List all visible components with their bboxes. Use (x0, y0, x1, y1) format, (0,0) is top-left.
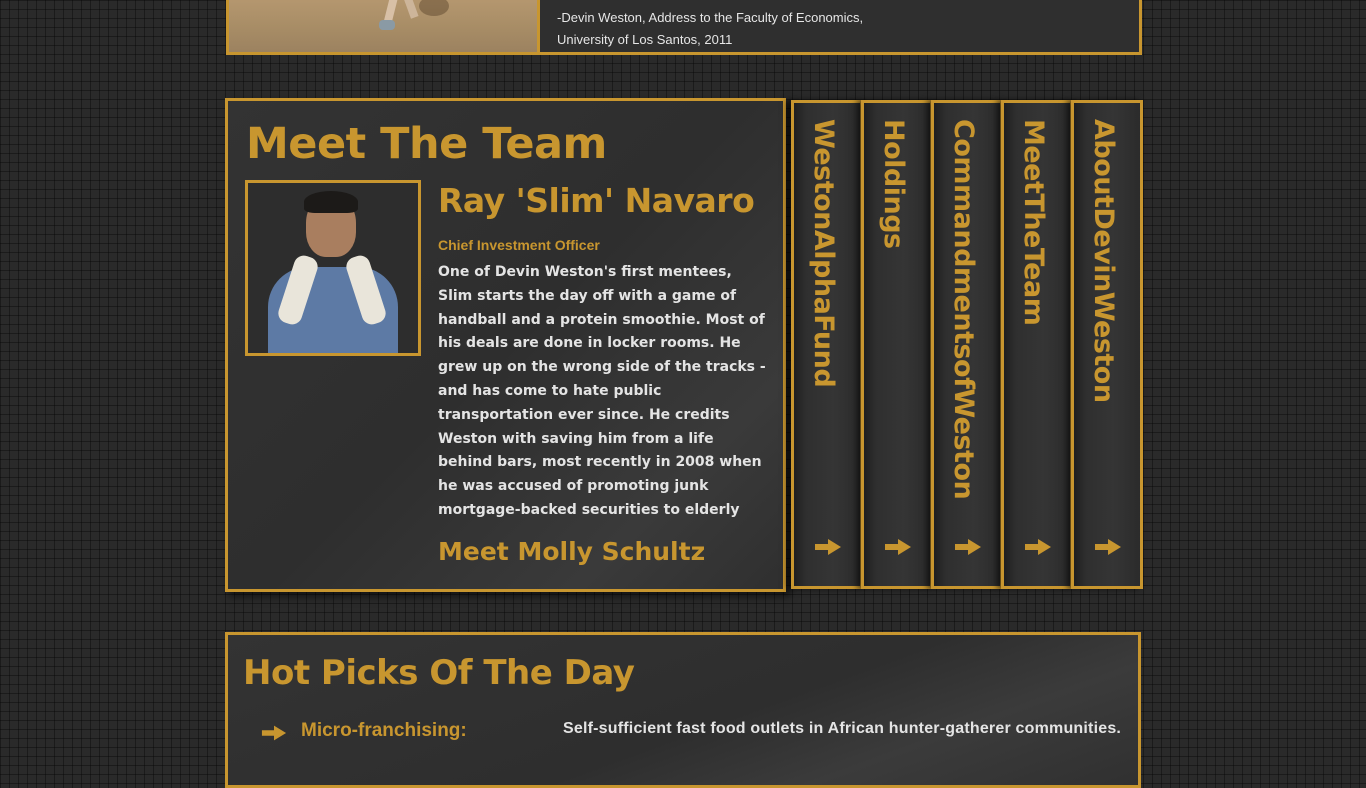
tab-about-devin-weston[interactable]: AboutDevinWeston (1071, 100, 1143, 589)
quote-strip: -Devin Weston, Address to the Faculty of… (226, 0, 1142, 55)
tab-label: CommandmentsofWeston (948, 119, 979, 500)
pick-label: Micro-franchising: (301, 720, 467, 741)
quote-attribution-line1: -Devin Weston, Address to the Faculty of… (557, 10, 864, 25)
team-panel: Meet The Team Ray 'Slim' Navaro Chief In… (225, 98, 786, 592)
tab-label: MeetTheTeam (1018, 119, 1049, 326)
member-role: Chief Investment Officer (438, 237, 600, 253)
arrow-right-icon (261, 725, 287, 741)
arrow-right-icon (1025, 539, 1051, 555)
arrow-right-icon (1095, 539, 1121, 555)
tab-label: Holdings (878, 119, 909, 249)
arrow-right-icon (955, 539, 981, 555)
tab-label: AboutDevinWeston (1088, 119, 1119, 403)
tab-commandments[interactable]: CommandmentsofWeston (931, 100, 1003, 589)
member-portrait (245, 180, 421, 356)
meet-next-link[interactable]: Meet Molly Schultz (438, 537, 705, 566)
hot-picks-title: Hot Picks Of The Day (243, 653, 635, 693)
quote-attribution-line2: University of Los Santos, 2011 (557, 32, 733, 47)
member-bio-text: One of Devin Weston's first mentees, Sli… (438, 264, 766, 517)
tab-weston-alpha-fund[interactable]: WestonAlphaFund (791, 100, 863, 589)
tab-holdings[interactable]: Holdings (861, 100, 933, 589)
arrow-right-icon (885, 539, 911, 555)
team-title: Meet The Team (246, 119, 607, 169)
arrow-right-icon (815, 539, 841, 555)
tab-meet-the-team[interactable]: MeetTheTeam (1001, 100, 1073, 589)
tab-label: WestonAlphaFund (808, 119, 839, 388)
hot-picks-panel: Hot Picks Of The Day Micro-franchising: … (225, 632, 1141, 788)
quote-photo (229, 0, 540, 52)
member-bio[interactable]: One of Devin Weston's first mentees, Sli… (438, 261, 768, 517)
member-name: Ray 'Slim' Navaro (438, 181, 755, 220)
pick-description: Self-sufficient fast food outlets in Afr… (563, 720, 1122, 737)
